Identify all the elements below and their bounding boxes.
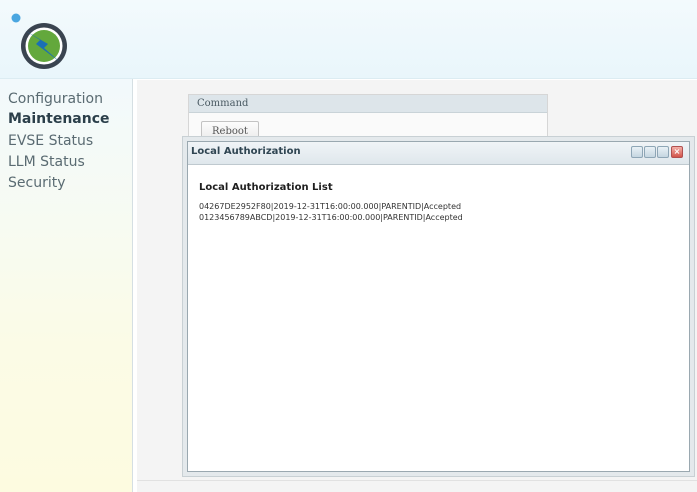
sidebar-item-security[interactable]: Security [8, 175, 66, 191]
dialog-titlebar[interactable]: Local Authorization × [188, 142, 689, 165]
divider [137, 480, 697, 481]
sidebar-item-configuration[interactable]: Configuration [8, 91, 103, 107]
local-authorization-dialog: Local Authorization × Local Authorizatio… [187, 141, 690, 472]
app-header [0, 0, 697, 79]
minimize-icon[interactable] [631, 146, 643, 158]
sidebar: Configuration Maintenance EVSE Status LL… [0, 79, 133, 492]
sidebar-item-maintenance[interactable]: Maintenance [8, 111, 110, 127]
maximize-icon[interactable] [644, 146, 656, 158]
list-heading: Local Authorization List [199, 182, 333, 193]
command-panel-title: Command [189, 95, 547, 113]
dialog-title: Local Authorization [191, 146, 301, 157]
close-icon[interactable]: × [671, 146, 683, 158]
reboot-button[interactable]: Reboot [201, 121, 259, 143]
list-item: 0123456789ABCD|2019-12-31T16:00:00.000|P… [199, 213, 463, 222]
list-item: 04267DE2952F80|2019-12-31T16:00:00.000|P… [199, 202, 462, 211]
app-logo-icon [11, 13, 67, 69]
sidebar-item-llm-status[interactable]: LLM Status [8, 154, 85, 170]
restore-icon[interactable] [657, 146, 669, 158]
sidebar-item-evse-status[interactable]: EVSE Status [8, 133, 93, 149]
